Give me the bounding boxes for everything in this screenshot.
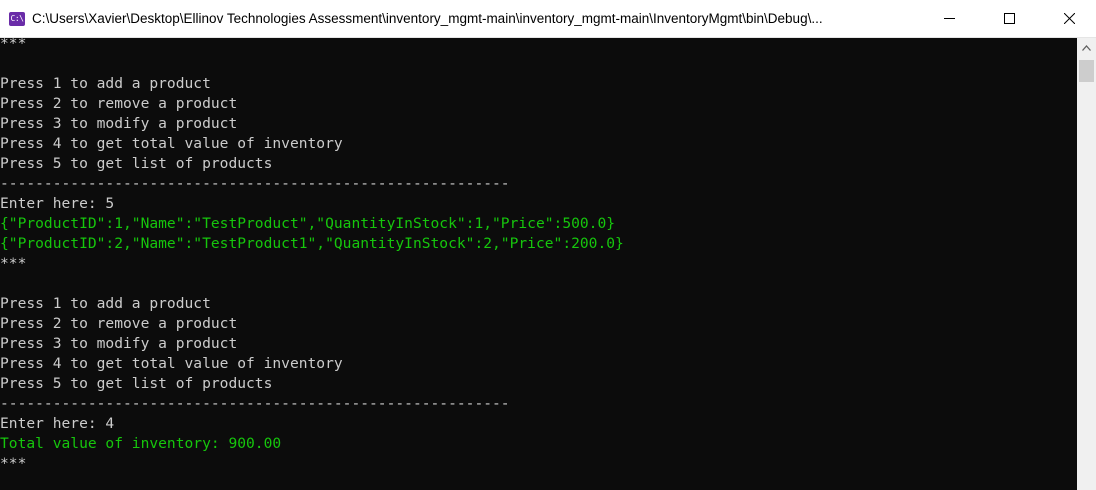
console-line: Press 3 to modify a product bbox=[0, 335, 238, 352]
console-line: {"ProductID":1,"Name":"TestProduct","Qua… bbox=[0, 215, 616, 232]
console-line: Press 2 to remove a product bbox=[0, 95, 238, 112]
console-window: C:\ C:\Users\Xavier\Desktop\Ellinov Tech… bbox=[0, 0, 1096, 490]
console-line: ----------------------------------------… bbox=[0, 395, 510, 412]
minimize-icon bbox=[944, 18, 955, 19]
window-title: C:\Users\Xavier\Desktop\Ellinov Technolo… bbox=[32, 11, 823, 26]
console-output-area[interactable]: *** Press 1 to add a product Press 2 to re… bbox=[0, 38, 1077, 490]
console-app-icon[interactable]: C:\ bbox=[9, 12, 25, 26]
scroll-up-arrow-icon bbox=[1082, 45, 1091, 51]
console-line: ----------------------------------------… bbox=[0, 175, 510, 192]
console-line: *** bbox=[0, 455, 27, 472]
maximize-button[interactable] bbox=[986, 0, 1032, 37]
console-line: Press 1 to add a product bbox=[0, 295, 211, 312]
console-line: *** bbox=[0, 38, 27, 52]
console-line: Press 4 to get total value of inventory bbox=[0, 135, 343, 152]
close-icon bbox=[1064, 13, 1075, 24]
console-line: *** bbox=[0, 255, 27, 272]
console-line: {"ProductID":2,"Name":"TestProduct1","Qu… bbox=[0, 235, 624, 252]
console-line: Press 5 to get list of products bbox=[0, 375, 273, 392]
console-line: Press 2 to remove a product bbox=[0, 315, 238, 332]
console-line: Enter here: 4 bbox=[0, 415, 115, 432]
console-line: Press 5 to get list of products bbox=[0, 155, 273, 172]
vertical-scrollbar[interactable] bbox=[1077, 38, 1096, 490]
console-line: Press 4 to get total value of inventory bbox=[0, 355, 343, 372]
console-line: Enter here: 5 bbox=[0, 195, 115, 212]
scrollbar-thumb[interactable] bbox=[1079, 60, 1094, 82]
maximize-icon bbox=[1004, 13, 1015, 24]
close-button[interactable] bbox=[1046, 0, 1092, 37]
minimize-button[interactable] bbox=[926, 0, 972, 37]
console-line: Press 3 to modify a product bbox=[0, 115, 238, 132]
title-bar[interactable]: C:\ C:\Users\Xavier\Desktop\Ellinov Tech… bbox=[0, 0, 1096, 38]
scroll-up-button[interactable] bbox=[1077, 38, 1096, 58]
console-line: Press 1 to add a product bbox=[0, 75, 211, 92]
console-line: Total value of inventory: 900.00 bbox=[0, 435, 282, 452]
console-text: *** Press 1 to add a product Press 2 to re… bbox=[0, 38, 1077, 474]
